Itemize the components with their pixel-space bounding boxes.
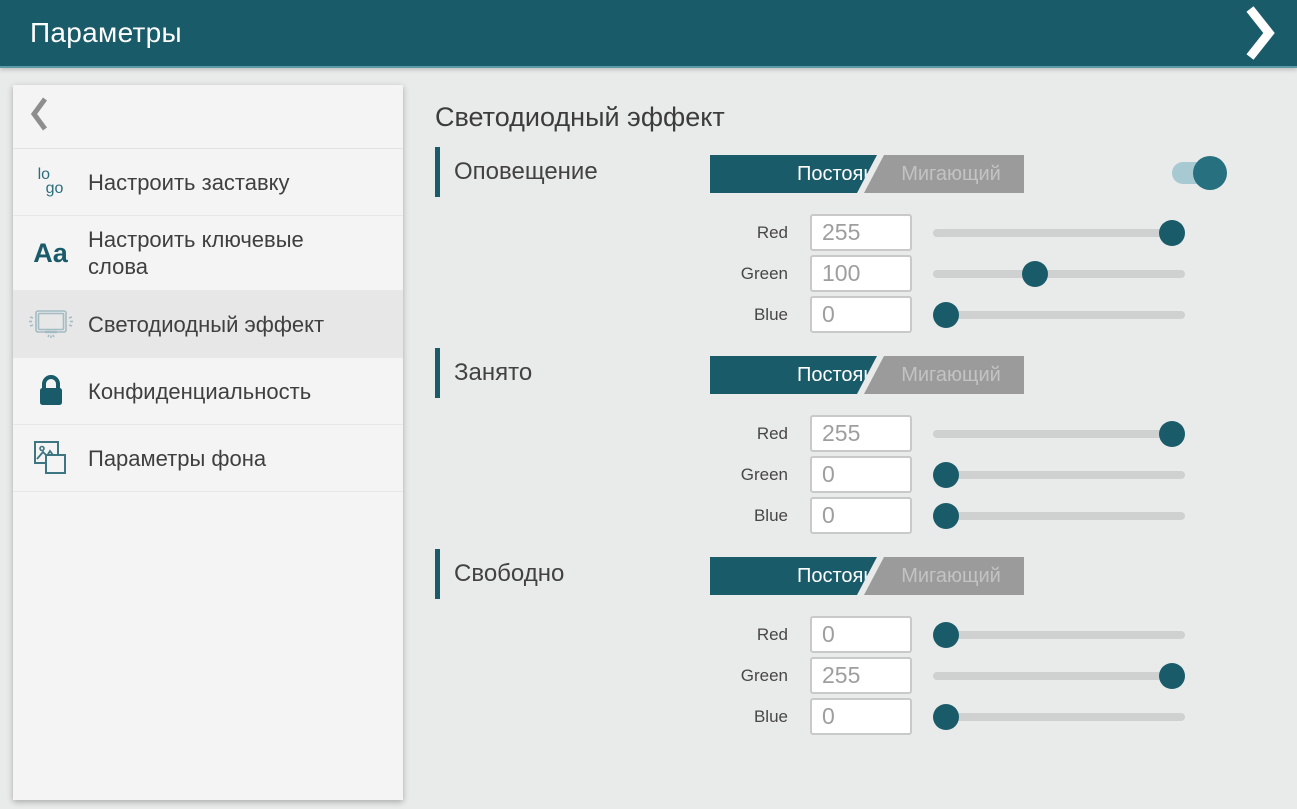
page-title: Параметры [30,17,182,49]
channel-label: Blue [710,707,788,727]
channel-row-blue: Blue [710,296,1297,333]
red-slider[interactable] [933,220,1185,246]
mode-segmented-control: Мигающий Постоянный [710,356,1024,394]
app-header: Параметры [0,0,1297,68]
sidebar-item-label: Параметры фона [88,445,266,472]
slider-thumb[interactable] [1159,220,1185,246]
lock-icon [13,374,88,408]
sidebar-item-label: Конфиденциальность [88,378,311,405]
led-effect-panel: Светодиодный эффект Оповещение Мигающий … [435,68,1297,809]
section-label: Свободно [454,560,564,588]
green-value-input[interactable] [810,657,912,694]
slider-thumb[interactable] [933,704,959,730]
mode-segmented-control: Мигающий Постоянный [710,155,1024,193]
section-free: Свободно Мигающий Постоянный Red Green [435,549,1297,735]
blue-slider[interactable] [933,503,1185,529]
section-accent-bar [435,549,440,599]
sidebar-item-keywords[interactable]: Aa Настроить ключевые слова [13,216,403,291]
channel-label: Green [710,264,788,284]
channel-label: Red [710,223,788,243]
section-accent-bar [435,348,440,398]
green-value-input[interactable] [810,456,912,493]
section-busy: Занято Мигающий Постоянный Red Green [435,348,1297,534]
sidebar-item-label: Светодиодный эффект [88,311,324,338]
slider-track [933,229,1185,237]
led-display-icon [13,304,88,344]
channel-row-green: Green [710,255,1297,292]
blue-slider[interactable] [933,302,1185,328]
red-value-input[interactable] [810,214,912,251]
aa-text-icon: Aa [13,238,88,269]
sidebar-item-label: Настроить ключевые слова [88,226,340,280]
slider-track [933,270,1185,278]
channel-row-red: Red [710,214,1297,251]
sidebar-item-background[interactable]: Параметры фона [13,425,403,492]
alert-toggle-switch[interactable] [1172,162,1224,184]
slider-thumb[interactable] [933,622,959,648]
channel-label: Green [710,666,788,686]
section-label: Занято [454,359,532,387]
mode-segmented-control: Мигающий Постоянный [710,557,1024,595]
sidebar-item-privacy[interactable]: Конфиденциальность [13,358,403,425]
slider-thumb[interactable] [933,302,959,328]
chevron-right-icon[interactable] [1245,4,1275,62]
slider-thumb[interactable] [1159,663,1185,689]
channel-label: Blue [710,506,788,526]
section-accent-bar [435,147,440,197]
slider-track [933,430,1185,438]
red-slider[interactable] [933,421,1185,447]
red-slider[interactable] [933,622,1185,648]
section-alert: Оповещение Мигающий Постоянный Red Green [435,147,1297,333]
channel-label: Blue [710,305,788,325]
channel-row-red: Red [710,616,1297,653]
section-label: Оповещение [454,158,598,186]
slider-track [933,512,1185,520]
channel-row-green: Green [710,657,1297,694]
red-value-input[interactable] [810,616,912,653]
logo-text-icon: logo [13,168,88,196]
blue-slider[interactable] [933,704,1185,730]
sidebar-item-label: Настроить заставку [88,169,290,196]
channel-row-blue: Blue [710,497,1297,534]
red-value-input[interactable] [810,415,912,452]
channel-row-green: Green [710,456,1297,493]
channel-label: Red [710,625,788,645]
blue-value-input[interactable] [810,698,912,735]
sidebar-item-led-effect[interactable]: Светодиодный эффект [13,291,403,358]
slider-thumb[interactable] [933,462,959,488]
panel-title: Светодиодный эффект [435,101,1297,133]
sidebar: logo Настроить заставку Aa Настроить клю… [13,85,403,800]
channel-label: Green [710,465,788,485]
slider-track [933,631,1185,639]
slider-track [933,311,1185,319]
sidebar-back-button[interactable] [13,85,403,149]
slider-track [933,672,1185,680]
channel-row-red: Red [710,415,1297,452]
green-value-input[interactable] [810,255,912,292]
background-images-icon [13,439,88,477]
blue-value-input[interactable] [810,497,912,534]
slider-thumb[interactable] [1022,261,1048,287]
slider-track [933,471,1185,479]
green-slider[interactable] [933,462,1185,488]
slider-track [933,713,1185,721]
channel-row-blue: Blue [710,698,1297,735]
green-slider[interactable] [933,663,1185,689]
blue-value-input[interactable] [810,296,912,333]
slider-thumb[interactable] [933,503,959,529]
toggle-knob [1193,156,1227,190]
sidebar-item-splash-screen[interactable]: logo Настроить заставку [13,149,403,216]
slider-thumb[interactable] [1159,421,1185,447]
green-slider[interactable] [933,261,1185,287]
channel-label: Red [710,424,788,444]
chevron-left-icon [30,96,48,137]
